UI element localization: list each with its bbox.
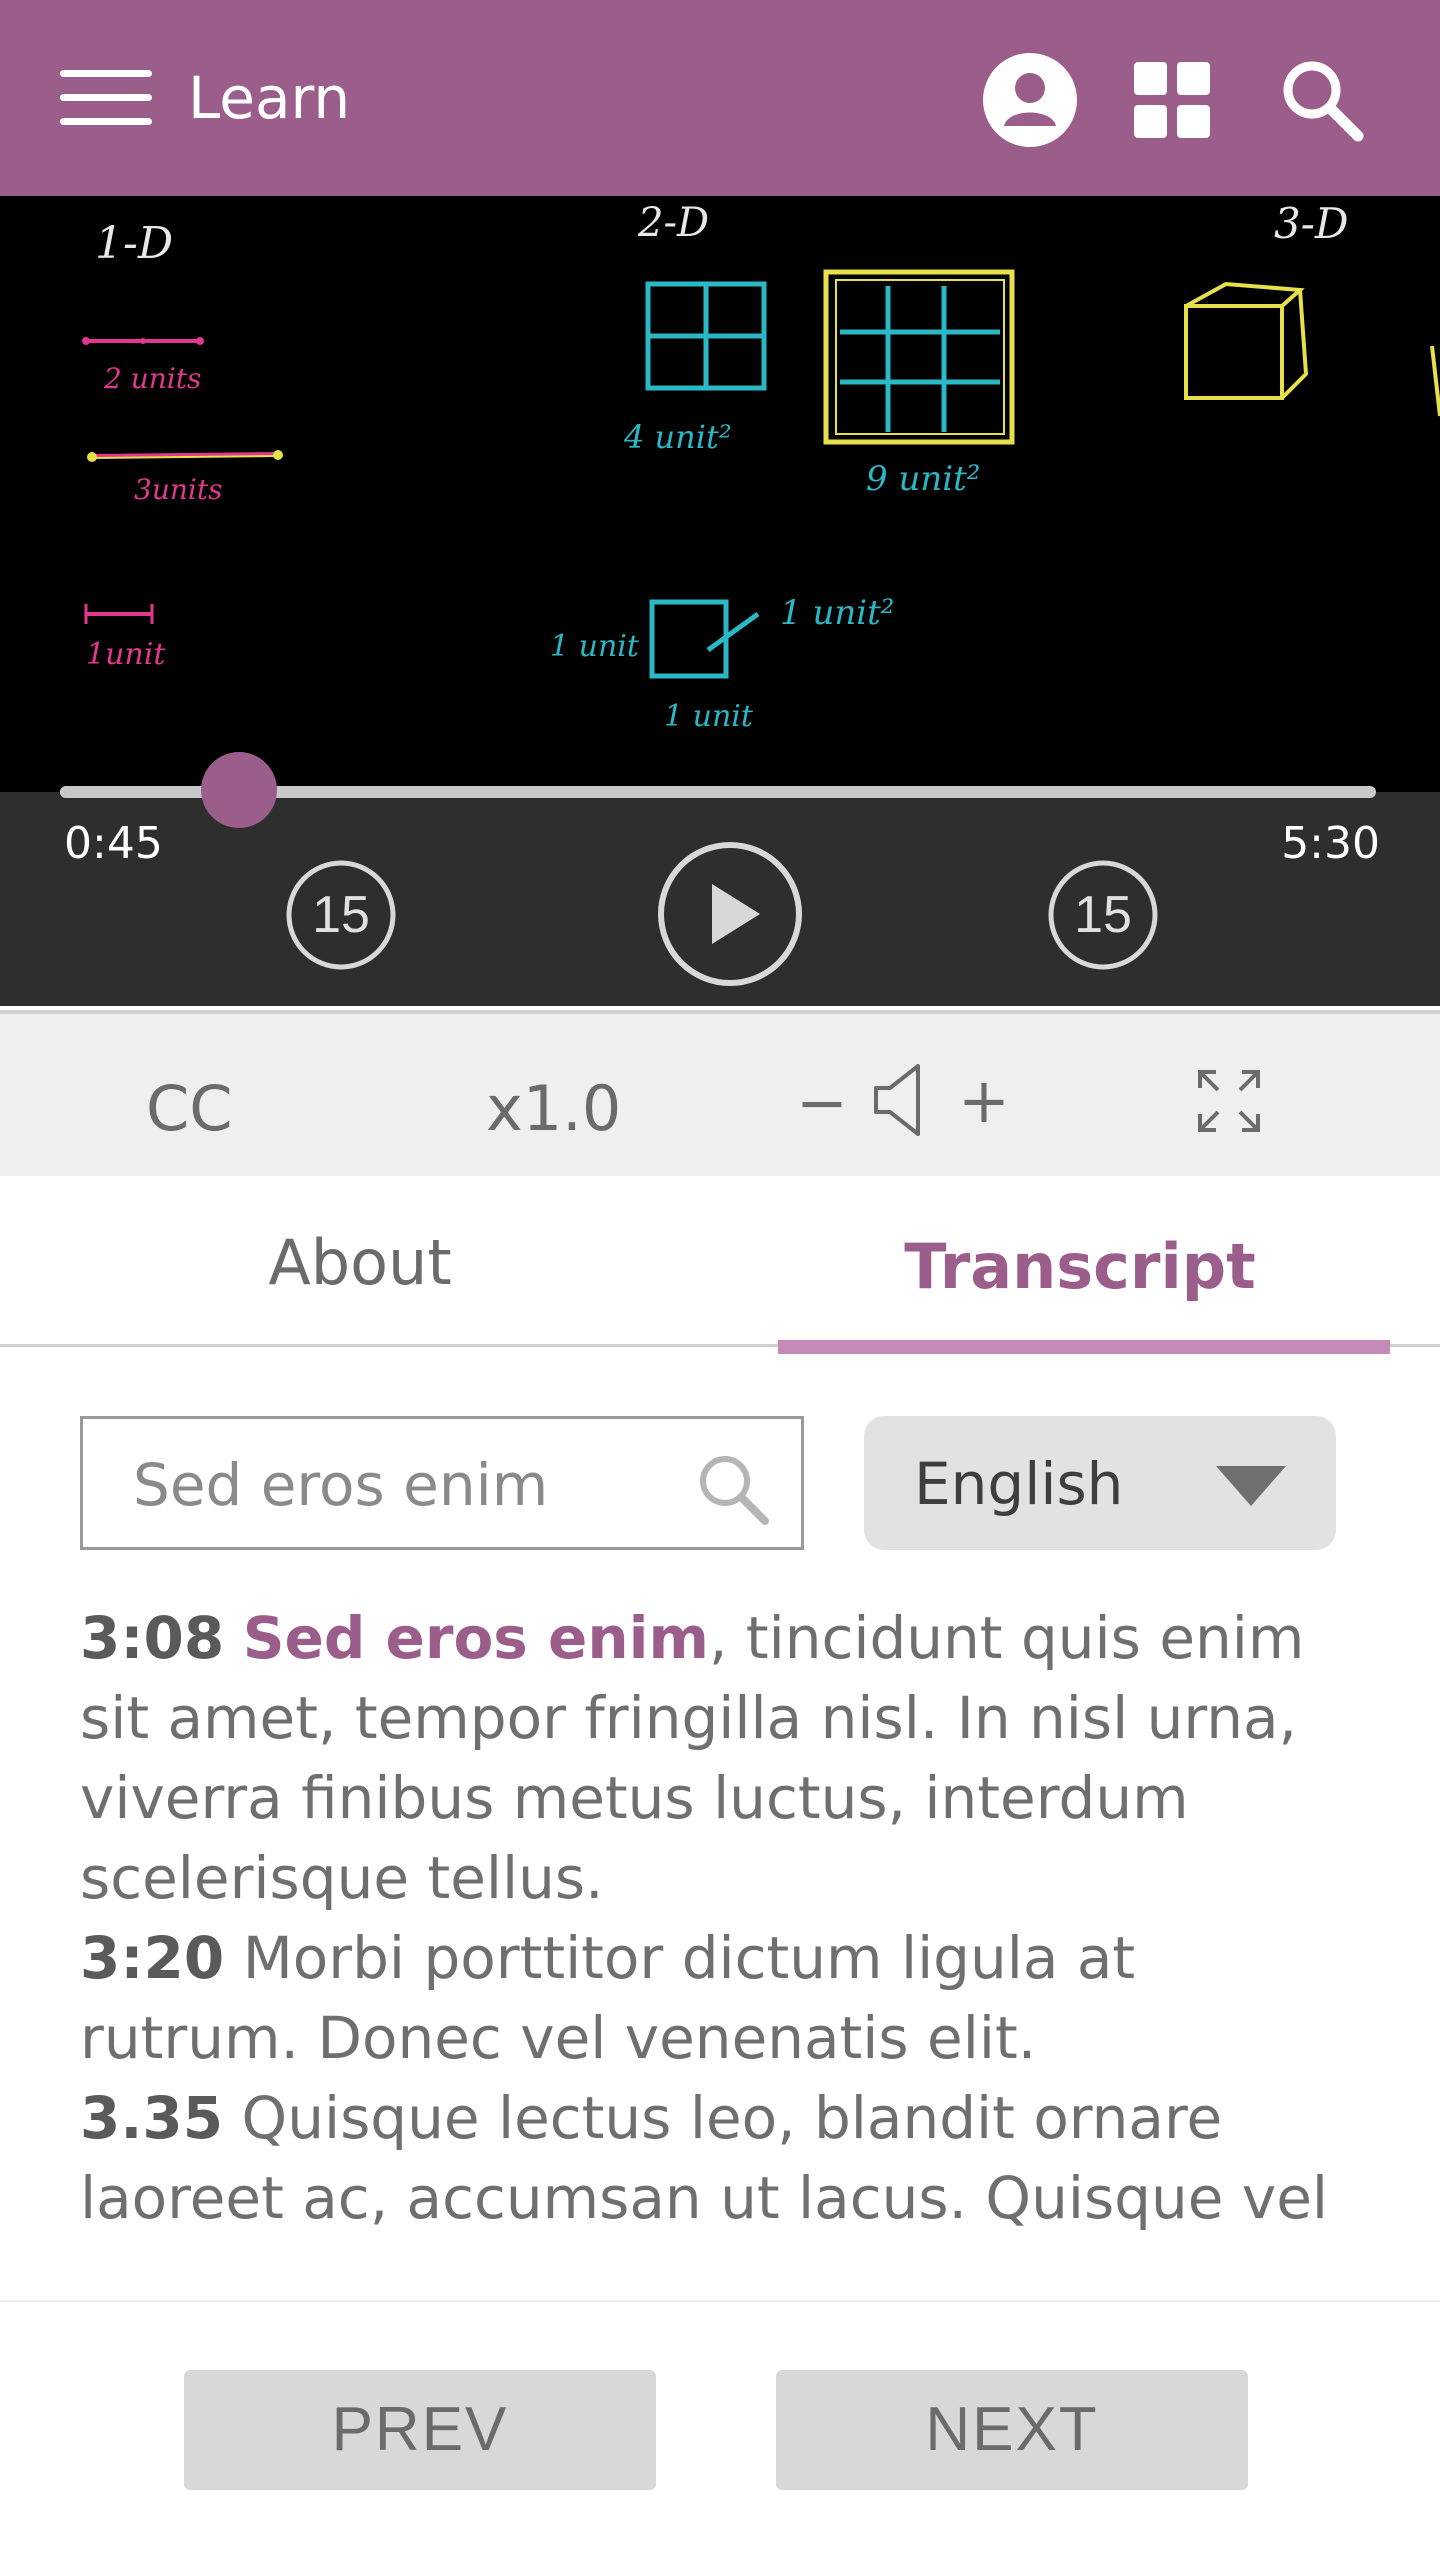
- transcript-search: [80, 1416, 804, 1550]
- heading-3d: 3-D: [1274, 199, 1349, 248]
- search-icon[interactable]: [695, 1451, 771, 1527]
- label-side-left: 1 unit: [550, 629, 640, 664]
- transcript-text: 3:08 Sed eros enim, tincidunt quis enim …: [80, 1598, 1370, 2238]
- rewind-icon: 15: [286, 860, 396, 970]
- label-9-unit-sq: 9 unit²: [866, 459, 980, 499]
- label-side-bottom: 1 unit: [664, 699, 754, 734]
- transcript-search-input[interactable]: [133, 1445, 673, 1525]
- transcript-line: Quisque lectus leo, blandit ornare laore…: [80, 2084, 1328, 2232]
- label-1-unit-sq: 1 unit²: [780, 593, 894, 633]
- language-dropdown[interactable]: English: [864, 1416, 1336, 1550]
- play-button[interactable]: [656, 840, 804, 992]
- transcript-entry[interactable]: 3.35 Quisque lectus leo, blandit ornare …: [80, 2078, 1370, 2238]
- cc-button[interactable]: CC: [146, 1072, 233, 1145]
- play-icon: [658, 842, 802, 986]
- transcript-timestamp: 3:20: [80, 1924, 225, 1992]
- elapsed-time: 0:45: [64, 818, 163, 869]
- label-1-unit: 1unit: [86, 637, 166, 672]
- transcript-entry[interactable]: 3:20 Morbi porttitor dictum ligula at ru…: [80, 1918, 1370, 2078]
- forward-seconds: 15: [1074, 886, 1132, 944]
- prev-button[interactable]: PREV: [184, 2370, 656, 2490]
- label-2-units: 2 units: [103, 362, 201, 395]
- volume-down-button[interactable]: −: [796, 1066, 848, 1139]
- transcript-entry[interactable]: 3:08 Sed eros enim, tincidunt quis enim …: [80, 1598, 1370, 1918]
- search-highlight: Sed eros enim: [242, 1604, 709, 1672]
- volume-icon: [872, 1062, 924, 1142]
- transcript-timestamp: 3:08: [80, 1604, 225, 1672]
- transcript-timestamp: 3.35: [80, 2084, 224, 2152]
- video-player[interactable]: 1-D 2-D 3-D 2 units 3units 1unit 4 unit²: [0, 196, 1440, 792]
- heading-2d: 2-D: [637, 200, 709, 246]
- heading-1d: 1-D: [95, 218, 173, 269]
- transcript-line: Morbi porttitor dictum ligula at rutrum.…: [80, 1924, 1136, 2072]
- label-3-units: 3units: [134, 473, 222, 506]
- duration-time: 5:30: [1281, 818, 1380, 869]
- volume-up-button[interactable]: +: [958, 1064, 1010, 1137]
- app-bar: Learn: [0, 0, 1440, 196]
- account-icon[interactable]: [980, 50, 1080, 150]
- forward-15-button[interactable]: 15: [1046, 858, 1160, 976]
- apps-grid-icon[interactable]: [1130, 58, 1214, 142]
- tab-transcript[interactable]: Transcript: [730, 1230, 1430, 1303]
- rewind-15-button[interactable]: 15: [284, 858, 398, 976]
- video-controls: 0:45 5:30 15 15: [0, 792, 1440, 1006]
- content-tabs: About Transcript: [0, 1176, 1440, 1356]
- app-title: Learn: [188, 64, 351, 132]
- language-selected: English: [914, 1450, 1124, 1518]
- progress-thumb[interactable]: [200, 752, 277, 828]
- player-options-bar: CC x1.0 − +: [0, 1010, 1440, 1176]
- fullscreen-icon[interactable]: [1196, 1068, 1262, 1138]
- bottom-nav: PREV NEXT: [0, 2300, 1440, 2560]
- whiteboard-drawing: 1-D 2-D 3-D 2 units 3units 1unit 4 unit²: [82, 199, 1440, 734]
- speed-button[interactable]: x1.0: [486, 1072, 621, 1145]
- active-tab-indicator: [778, 1340, 1390, 1354]
- search-icon[interactable]: [1276, 54, 1368, 146]
- label-4-unit-sq: 4 unit²: [623, 418, 732, 456]
- next-button[interactable]: NEXT: [776, 2370, 1248, 2490]
- rewind-seconds: 15: [312, 886, 370, 944]
- forward-icon: 15: [1048, 860, 1158, 970]
- chevron-down-icon: [1216, 1466, 1286, 1506]
- tab-about[interactable]: About: [10, 1226, 710, 1299]
- menu-icon[interactable]: [60, 68, 152, 128]
